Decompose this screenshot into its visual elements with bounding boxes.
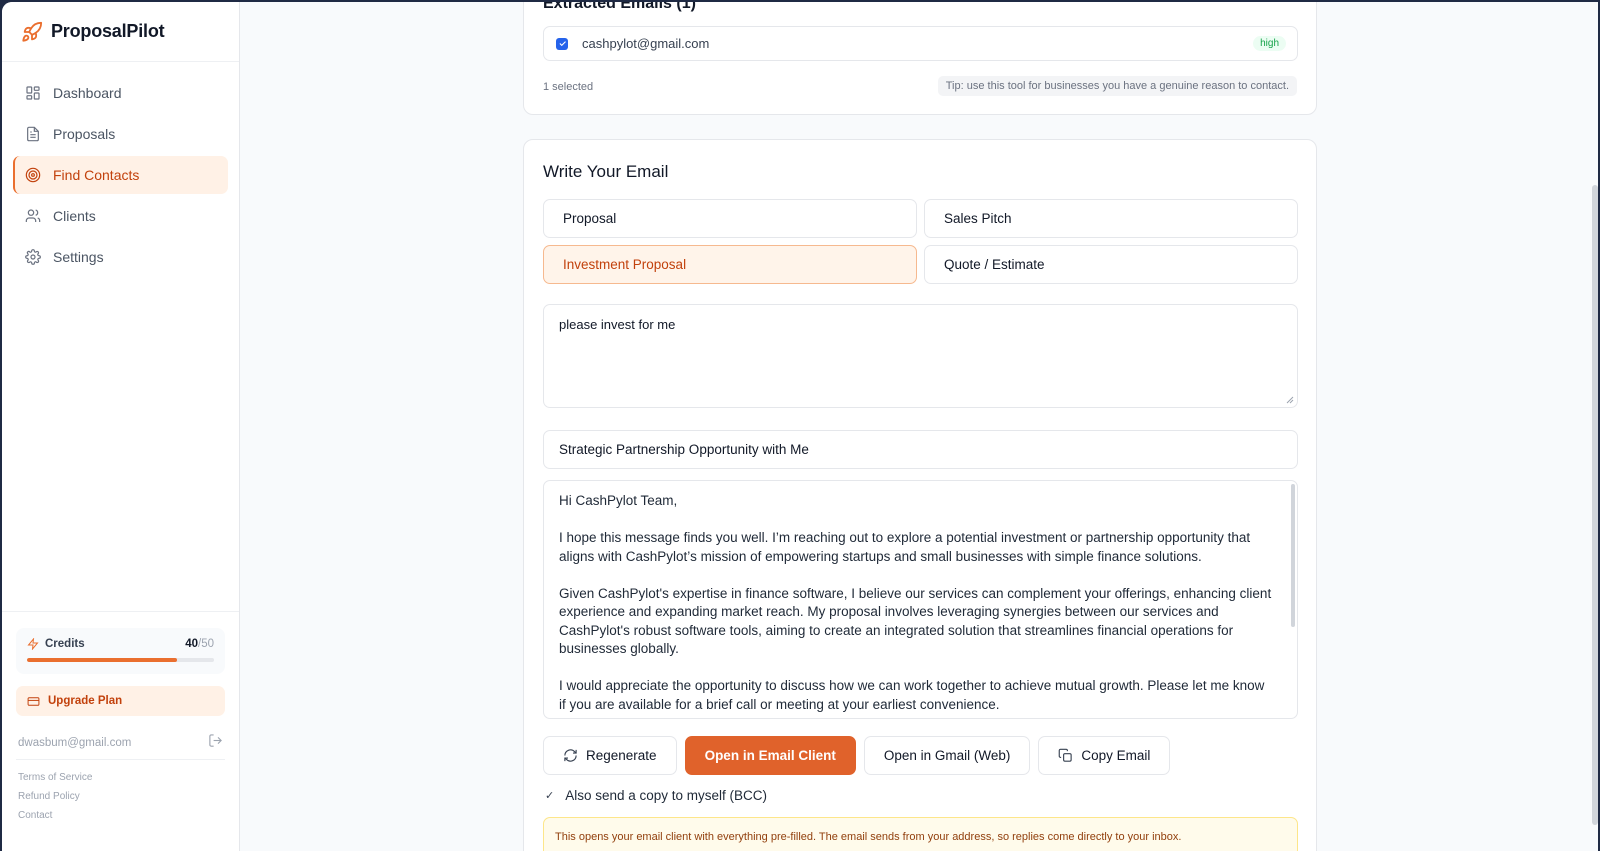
- email-checkbox[interactable]: [556, 37, 568, 50]
- copy-email-button[interactable]: Copy Email: [1038, 736, 1171, 775]
- sidebar-item-find-contacts[interactable]: Find Contacts: [13, 156, 228, 194]
- terms-link[interactable]: Terms of Service: [16, 772, 225, 783]
- footer-links: Terms of Service Refund Policy Contact: [16, 760, 225, 821]
- app-window: ProposalPilot Dashboard Proposals Find C…: [2, 2, 1598, 851]
- bcc-label: Also send a copy to myself (BCC): [565, 788, 768, 803]
- sidebar-item-proposals[interactable]: Proposals: [13, 115, 228, 153]
- copy-icon: [1059, 748, 1073, 762]
- write-email-card: Write Your Email Proposal Sales Pitch In…: [523, 139, 1317, 851]
- main-nav: Dashboard Proposals Find Contacts Client…: [2, 62, 239, 276]
- body-paragraph: Hi CashPylot Team,: [559, 493, 678, 508]
- body-scrollbar[interactable]: [1291, 484, 1295, 627]
- selected-count: 1 selected: [543, 81, 594, 93]
- sidebar-item-label: Settings: [53, 249, 104, 265]
- open-gmail-button[interactable]: Open in Gmail (Web): [863, 736, 1031, 775]
- subject-input[interactable]: Strategic Partnership Opportunity with M…: [543, 430, 1298, 469]
- users-icon: [25, 209, 41, 222]
- main-content: Extracted Emails (1) cashpylot@gmail.com…: [241, 2, 1598, 851]
- email-body-textarea[interactable]: Hi CashPylot Team, I hope this message f…: [543, 480, 1298, 719]
- page-scrollbar[interactable]: [1592, 185, 1598, 825]
- usage-tip: Tip: use this tool for businesses you ha…: [937, 76, 1297, 96]
- sidebar-item-label: Clients: [53, 208, 96, 224]
- extracted-emails-card: Extracted Emails (1) cashpylot@gmail.com…: [523, 2, 1317, 115]
- user-email: dwasbum@gmail.com: [18, 736, 132, 749]
- email-address: cashpylot@gmail.com: [582, 36, 710, 51]
- credit-card-icon: [27, 696, 40, 706]
- check-icon: [558, 41, 566, 47]
- document-icon: [27, 126, 39, 142]
- extracted-emails-title: Extracted Emails (1): [543, 2, 696, 12]
- credits-progress: [27, 658, 214, 662]
- write-email-title: Write Your Email: [543, 162, 669, 181]
- body-paragraph: I hope this message finds you well. I’m …: [559, 530, 1251, 564]
- type-proposal[interactable]: Proposal: [543, 199, 917, 238]
- brand[interactable]: ProposalPilot: [2, 2, 239, 62]
- type-sales-pitch[interactable]: Sales Pitch: [924, 199, 1298, 238]
- logout-icon: [209, 733, 222, 747]
- check-icon: ✓: [545, 790, 555, 802]
- lightning-icon: [27, 638, 39, 650]
- email-row[interactable]: cashpylot@gmail.com high: [543, 26, 1298, 61]
- type-quote-estimate[interactable]: Quote / Estimate: [924, 245, 1298, 284]
- user-row: dwasbum@gmail.com: [16, 726, 225, 760]
- refresh-icon: [564, 749, 577, 762]
- bcc-toggle[interactable]: ✓ Also send a copy to myself (BCC): [543, 788, 767, 803]
- refund-link[interactable]: Refund Policy: [16, 791, 225, 802]
- logout-button[interactable]: [208, 733, 223, 753]
- sidebar-footer: Credits 40/50 Upgrade Plan dwasbum@gmail…: [2, 611, 239, 851]
- credits-value: 40/50: [185, 638, 214, 650]
- sidebar-item-dashboard[interactable]: Dashboard: [13, 74, 228, 112]
- sidebar-item-clients[interactable]: Clients: [13, 197, 228, 235]
- app-name: ProposalPilot: [51, 21, 165, 41]
- contact-link[interactable]: Contact: [16, 810, 225, 821]
- body-paragraph: I would appreciate the opportunity to di…: [559, 678, 1265, 712]
- credits-card: Credits 40/50: [16, 628, 225, 674]
- prompt-text: please invest for me: [559, 317, 676, 332]
- resize-grip-icon[interactable]: [1286, 396, 1294, 404]
- email-actions: Regenerate Open in Email Client Open in …: [543, 736, 1171, 775]
- sidebar: ProposalPilot Dashboard Proposals Find C…: [2, 2, 240, 851]
- sidebar-item-settings[interactable]: Settings: [13, 238, 228, 276]
- credits-progress-fill: [27, 658, 177, 662]
- info-notice: This opens your email client with everyt…: [543, 817, 1298, 851]
- upgrade-plan-button[interactable]: Upgrade Plan: [16, 686, 225, 716]
- sidebar-item-label: Dashboard: [53, 85, 122, 101]
- prompt-textarea[interactable]: please invest for me: [543, 304, 1298, 408]
- sidebar-item-label: Proposals: [53, 126, 116, 142]
- type-investment-proposal[interactable]: Investment Proposal: [543, 245, 917, 284]
- sidebar-item-label: Find Contacts: [53, 167, 140, 183]
- rocket-icon: [22, 21, 43, 42]
- gear-icon: [25, 249, 41, 265]
- target-icon: [25, 167, 41, 183]
- body-paragraph: Given CashPylot's expertise in finance s…: [559, 585, 1272, 657]
- confidence-badge: high: [1253, 36, 1286, 51]
- open-email-client-button[interactable]: Open in Email Client: [684, 736, 856, 775]
- credits-label: Credits: [45, 638, 85, 650]
- grid-icon: [26, 86, 40, 100]
- regenerate-button[interactable]: Regenerate: [543, 736, 677, 775]
